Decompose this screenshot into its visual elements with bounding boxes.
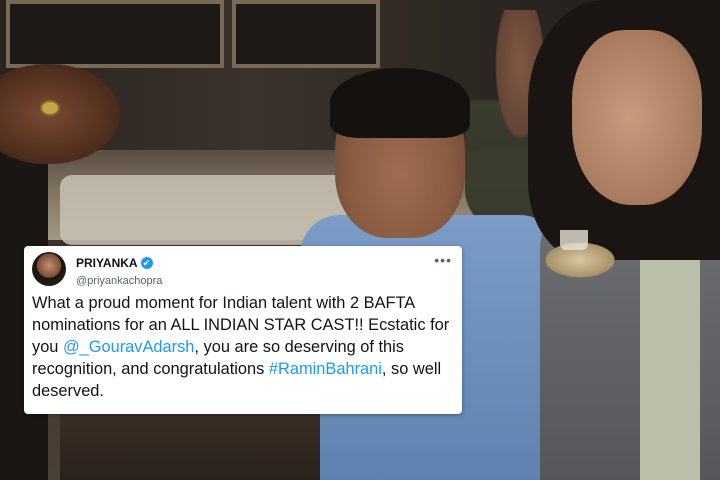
tweet-card: PRIYANKA ✔ @priyankachopra ••• What a pro… bbox=[24, 246, 462, 414]
verified-badge-icon: ✔ bbox=[140, 256, 153, 269]
window-frame bbox=[6, 0, 224, 68]
user-handle[interactable]: @priyankachopra bbox=[76, 275, 162, 287]
woman-top bbox=[640, 230, 700, 480]
cup bbox=[560, 230, 588, 250]
table-bottom bbox=[60, 410, 320, 480]
display-name[interactable]: PRIYANKA bbox=[76, 256, 138, 270]
tweet-header: PRIYANKA ✔ @priyankachopra ••• bbox=[32, 252, 454, 288]
hashtag-link[interactable]: #RaminBahrani bbox=[269, 360, 382, 378]
hand bbox=[0, 64, 120, 164]
ring bbox=[40, 100, 60, 116]
tweet-author: PRIYANKA ✔ @priyankachopra bbox=[76, 254, 162, 287]
background-photo: PRIYANKA ✔ @priyankachopra ••• What a pro… bbox=[0, 0, 720, 480]
woman-face bbox=[572, 30, 702, 205]
tweet-text: What a proud moment for Indian talent wi… bbox=[32, 292, 452, 402]
man-hair bbox=[330, 68, 470, 138]
more-options-icon[interactable]: ••• bbox=[434, 253, 452, 267]
mention-link[interactable]: @_GouravAdarsh bbox=[63, 338, 194, 356]
window-frame bbox=[232, 0, 380, 68]
avatar[interactable] bbox=[32, 252, 66, 286]
